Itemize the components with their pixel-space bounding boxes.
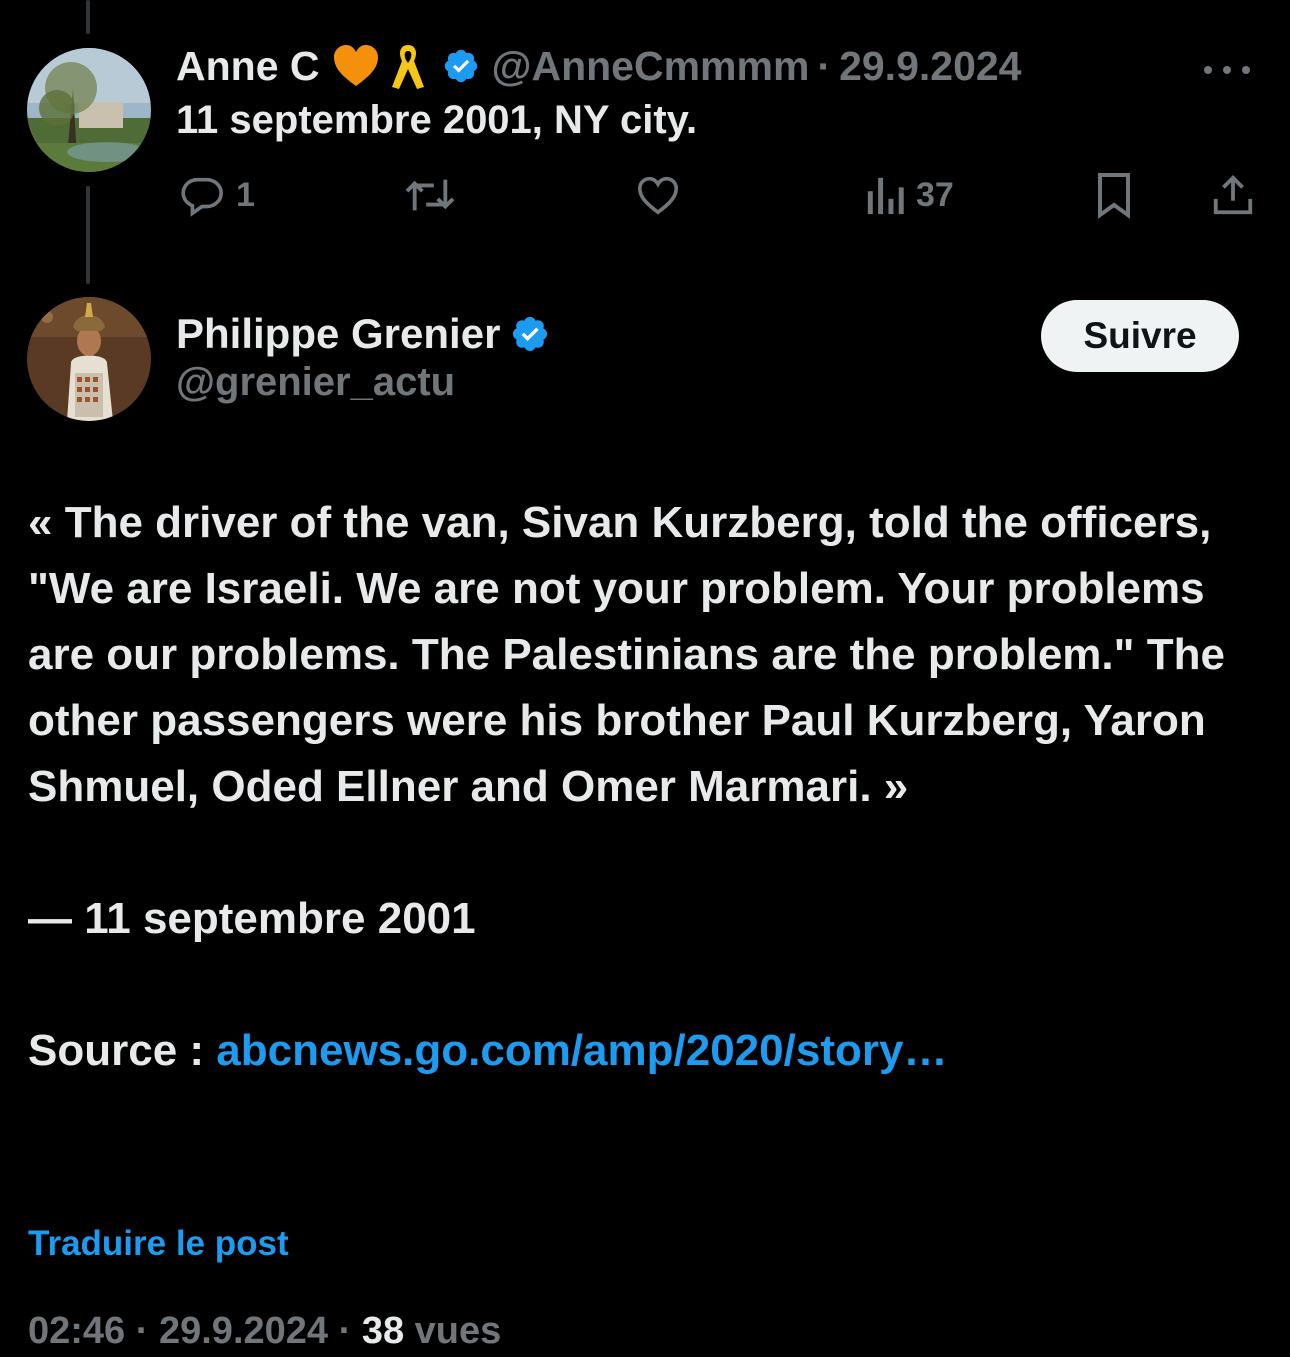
views-count-main: 38	[361, 1310, 405, 1352]
analytics-icon	[867, 177, 904, 215]
post-attribution: — 11 septembre 2001	[28, 894, 476, 943]
bookmark-button[interactable]	[1094, 168, 1134, 222]
author-header: Philippe Grenier	[176, 306, 550, 362]
views-label: vues	[404, 1310, 502, 1352]
source-label: Source :	[28, 1026, 217, 1075]
reply-text: 11 septembre 2001, NY city.	[176, 98, 698, 142]
repost-button[interactable]	[402, 168, 458, 222]
orange-heart-icon	[332, 44, 380, 88]
meta-separator: ·	[328, 1310, 362, 1352]
reply-display-name[interactable]: Anne C	[176, 43, 320, 90]
reply-handle[interactable]: @AnneCmmmm	[492, 43, 810, 90]
reply-date[interactable]: 29.9.2024	[839, 43, 1021, 90]
views-button[interactable]: 37	[864, 168, 954, 222]
meta-separator: ·	[125, 1310, 159, 1352]
comment-icon	[181, 177, 223, 217]
post-source-line: Source : abcnews.go.com/amp/2020/story…	[28, 1018, 1268, 1084]
thread-line-top	[86, 0, 90, 34]
share-button[interactable]	[1210, 168, 1256, 222]
reply-header: Anne C @AnneCmmmm · 29.9.2024	[176, 38, 1021, 94]
source-link[interactable]: abcnews.go.com/amp/2020/story…	[216, 1026, 947, 1075]
post-quote: « The driver of the van, Sivan Kurzberg,…	[28, 498, 1225, 811]
post-body: « The driver of the van, Sivan Kurzberg,…	[28, 490, 1268, 1084]
share-icon	[1213, 175, 1253, 215]
views-count: 37	[916, 175, 954, 214]
post-date[interactable]: 29.9.2024	[159, 1310, 328, 1352]
more-options-button[interactable]	[1204, 60, 1250, 80]
author-handle[interactable]: @grenier_actu	[176, 360, 455, 405]
avatar-philippe[interactable]	[27, 297, 151, 421]
dot-icon	[1223, 66, 1231, 74]
heart-icon	[637, 176, 679, 215]
verified-badge-icon	[510, 314, 550, 354]
thread-line-connector	[86, 186, 90, 284]
dot-icon	[1204, 66, 1212, 74]
reply-separator: ·	[817, 42, 832, 89]
bookmark-icon	[1098, 173, 1130, 219]
dot-icon	[1242, 66, 1250, 74]
like-button[interactable]	[634, 168, 682, 222]
author-display-name[interactable]: Philippe Grenier	[176, 310, 500, 358]
translate-post-link[interactable]: Traduire le post	[28, 1224, 289, 1264]
post-time[interactable]: 02:46	[28, 1310, 125, 1352]
verified-badge-icon	[442, 47, 480, 85]
avatar-anne[interactable]	[27, 48, 151, 172]
post-metadata: 02:46 · 29.9.2024 · 38 vues	[28, 1310, 501, 1353]
follow-button[interactable]: Suivre	[1041, 300, 1239, 372]
reply-count: 1	[236, 175, 255, 214]
reply-button[interactable]: 1	[178, 168, 255, 222]
repost-icon	[405, 179, 455, 211]
yellow-ribbon-icon	[388, 41, 428, 91]
